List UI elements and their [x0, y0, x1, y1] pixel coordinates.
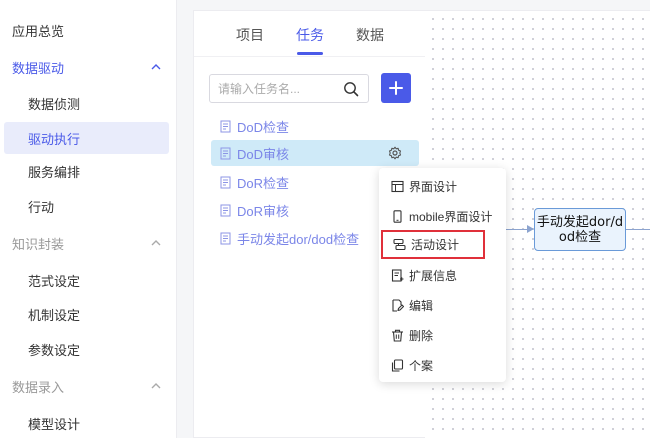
flow-connector-out: [626, 229, 650, 230]
task-item[interactable]: DoD检查: [211, 113, 419, 139]
menu-item-extend-info[interactable]: 扩展信息: [379, 262, 506, 288]
chevron-up-icon: [151, 64, 161, 70]
menu-item-label: 界面设计: [409, 179, 458, 194]
task-label: DoR检查: [237, 175, 290, 191]
menu-item-label: 编辑: [409, 298, 434, 313]
menu-item-label: 删除: [409, 328, 434, 343]
sidebar-item-service-orchestration[interactable]: 服务编排: [0, 155, 177, 187]
copy-icon: [391, 358, 404, 372]
form-icon: [220, 204, 231, 216]
task-search-input[interactable]: [218, 80, 336, 98]
chevron-up-icon: [151, 383, 161, 389]
add-task-button[interactable]: [381, 73, 411, 103]
menu-item-activity-design[interactable]: 活动设计: [381, 230, 485, 259]
sidebar-item-params[interactable]: 参数设定: [0, 333, 177, 365]
flow-arrow-icon: [527, 225, 534, 233]
tab-tasks[interactable]: 任务: [296, 25, 324, 45]
form-icon: [220, 120, 231, 132]
menu-item-label: 个案: [409, 358, 434, 373]
sidebar-item-label: 数据侦测: [28, 96, 81, 112]
flow-node-label-line2: od检查: [558, 230, 602, 245]
sidebar-item-paradigm[interactable]: 范式设定: [0, 264, 177, 296]
task-context-menu: 界面设计 mobile界面设计 活动设计 扩展信息 编辑 删除 个案: [379, 168, 506, 382]
sidebar-item-model-design[interactable]: 模型设计: [0, 407, 177, 438]
activity-icon: [393, 238, 406, 251]
menu-item-label: 扩展信息: [409, 268, 458, 283]
sidebar-group-label: 数据录入: [12, 379, 65, 395]
sidebar-item-label: 范式设定: [28, 273, 81, 289]
extend-icon: [391, 268, 404, 282]
task-label: DoR审核: [237, 203, 290, 219]
sidebar-item-label: 行动: [28, 199, 55, 215]
menu-item-layout-design[interactable]: 界面设计: [379, 173, 506, 199]
sidebar-item-label: 应用总览: [12, 23, 65, 39]
gear-icon[interactable]: [388, 146, 402, 160]
sidebar-item-label: 参数设定: [28, 342, 81, 358]
sidebar-item-driver-exec[interactable]: 驱动执行: [4, 122, 169, 154]
sidebar-group-knowledge[interactable]: 知识封装: [0, 227, 177, 259]
chevron-up-icon: [151, 240, 161, 246]
sidebar-item-data-detect[interactable]: 数据侦测: [0, 87, 177, 119]
form-icon: [220, 232, 231, 244]
task-label: 手动发起dor/dod检查: [237, 231, 360, 247]
task-label: DoD检查: [237, 119, 290, 135]
menu-item-edit[interactable]: 编辑: [379, 292, 506, 318]
layout-icon: [391, 180, 404, 192]
task-label: DoD审核: [237, 146, 290, 162]
sidebar-item-mechanism[interactable]: 机制设定: [0, 298, 177, 330]
flow-node[interactable]: 手动发起dor/d od检查: [534, 208, 626, 251]
sidebar-item-overview[interactable]: 应用总览: [0, 14, 177, 46]
edit-icon: [392, 298, 404, 312]
task-search-box: [209, 74, 369, 103]
sidebar-group-data-entry[interactable]: 数据录入: [0, 370, 177, 402]
menu-item-mobile-design[interactable]: mobile界面设计: [379, 203, 506, 229]
delete-icon: [392, 329, 403, 342]
sidebar-item-label: 机制设定: [28, 307, 81, 323]
sidebar-group-data-driven[interactable]: 数据驱动: [0, 51, 177, 83]
task-item-selected[interactable]: DoD审核: [211, 140, 419, 166]
tab-projects[interactable]: 项目: [236, 25, 264, 45]
sidebar-item-action[interactable]: 行动: [0, 190, 177, 222]
flow-node-label-line1: 手动发起dor/d: [536, 215, 624, 230]
menu-item-label: 活动设计: [411, 238, 460, 252]
sidebar: 应用总览 数据驱动 数据侦测 驱动执行 服务编排 行动 知识封装 范式设定 机制…: [0, 0, 177, 438]
active-tab-indicator: [297, 52, 323, 55]
menu-item-delete[interactable]: 删除: [379, 322, 506, 348]
sidebar-item-label: 驱动执行: [28, 131, 81, 147]
form-icon: [220, 176, 231, 188]
menu-item-case[interactable]: 个案: [379, 352, 506, 378]
mobile-icon: [393, 209, 402, 223]
sidebar-group-label: 数据驱动: [12, 60, 65, 76]
sidebar-item-label: 服务编排: [28, 164, 81, 180]
tab-bar: 项目 任务 数据: [194, 11, 426, 57]
form-icon: [220, 147, 231, 159]
sidebar-group-label: 知识封装: [12, 236, 65, 252]
tab-data[interactable]: 数据: [356, 25, 384, 45]
menu-item-label: mobile界面设计: [409, 209, 493, 224]
search-icon[interactable]: [343, 81, 359, 97]
sidebar-item-label: 模型设计: [28, 416, 81, 432]
